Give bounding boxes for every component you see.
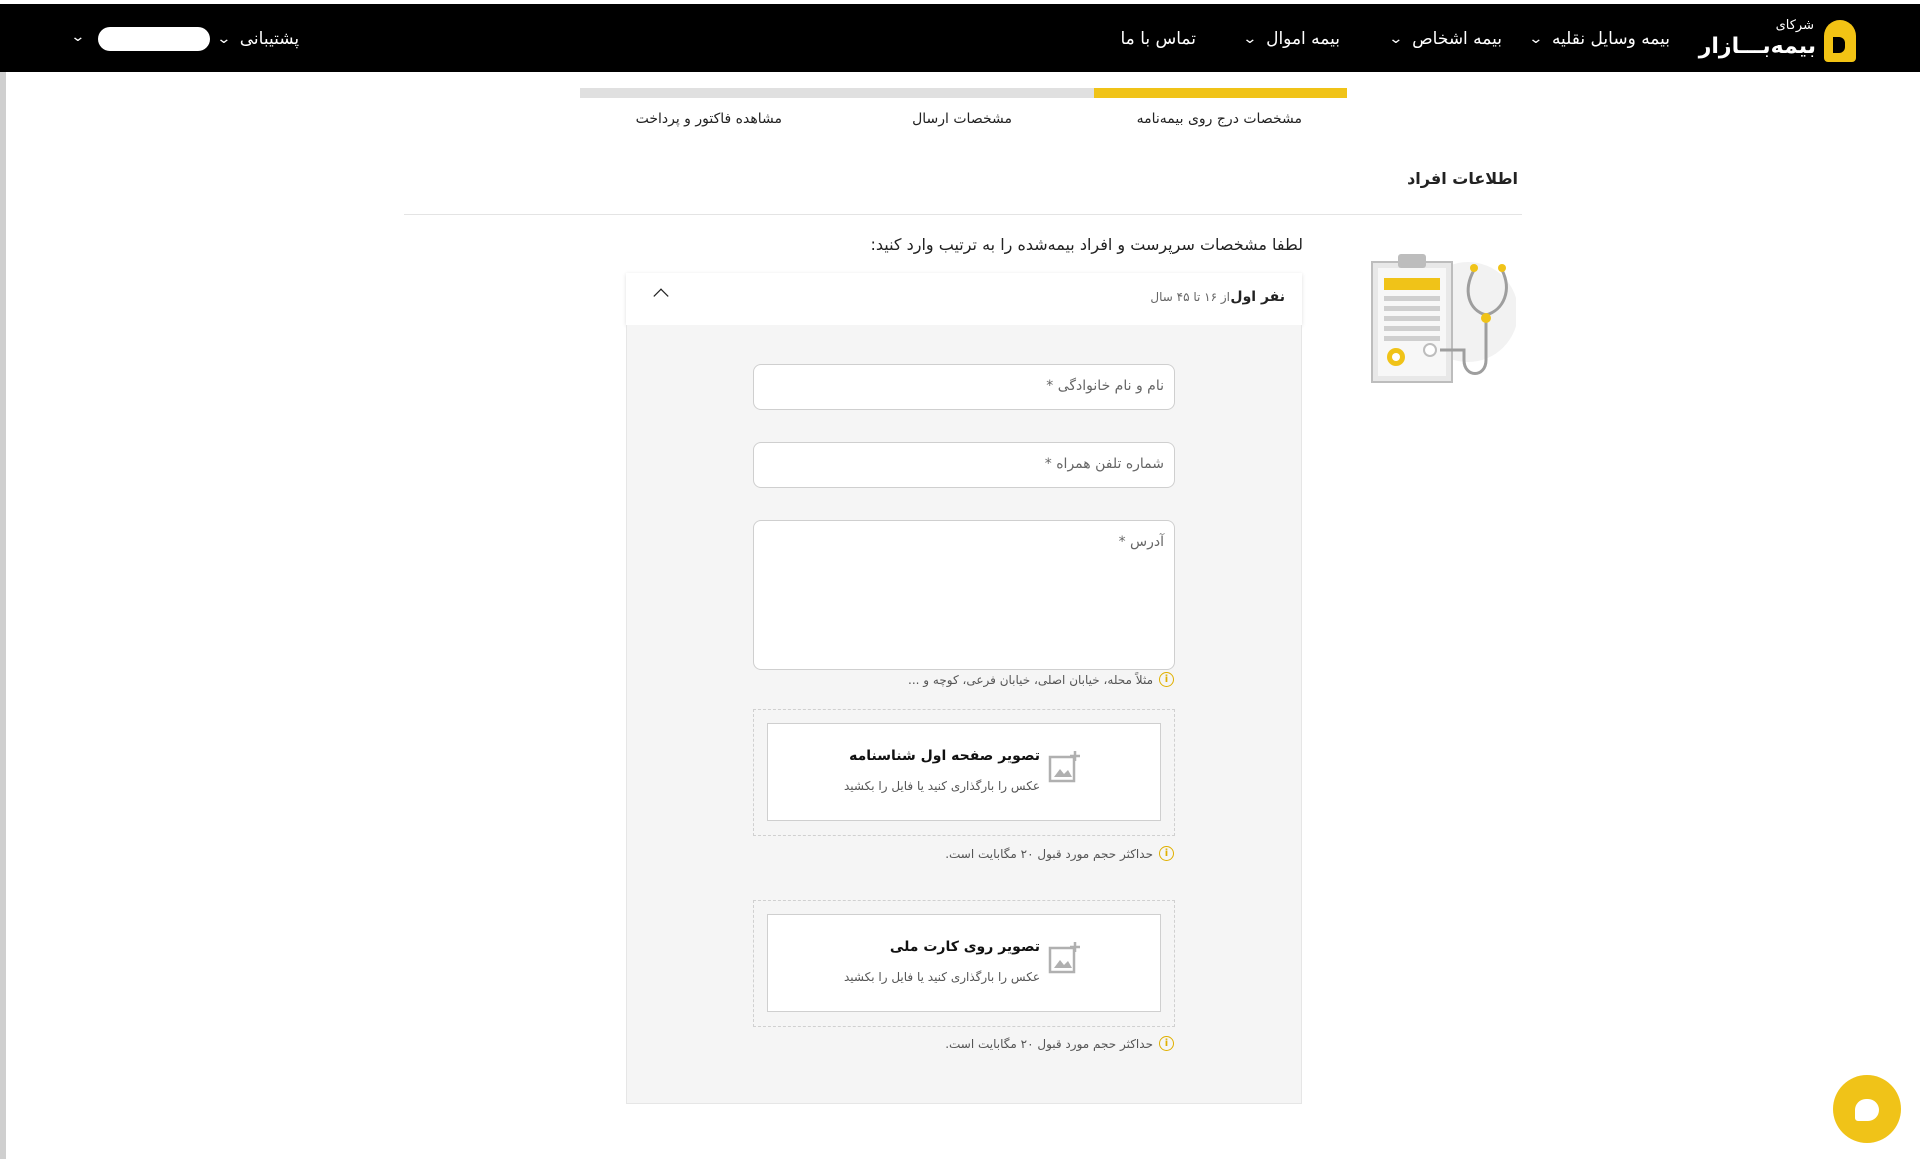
logo-text-small: شرکای — [1775, 18, 1814, 33]
step-insurance-details: مشخصات درج روی بیمه‌نامه — [1136, 111, 1302, 127]
upload-subtitle: عکس را بارگذاری کنید یا فایل را بکشید — [843, 970, 1040, 984]
logo[interactable]: شرکای بیمه‌بـــازار — [1699, 16, 1856, 62]
medical-clipboard-illustration — [1371, 254, 1516, 383]
info-icon: i — [1159, 672, 1174, 687]
nav-vehicle-insurance[interactable]: بیمه وسایل نقلیه ⌄ — [1528, 25, 1670, 53]
person-title: نفر اول — [1230, 289, 1285, 305]
address-placeholder: آدرس * — [1118, 534, 1164, 550]
mobile-phone-input[interactable]: شماره تلفن همراه * — [753, 442, 1175, 488]
top-navbar: شرکای بیمه‌بـــازار بیمه وسایل نقلیه ⌄ ب… — [0, 4, 1920, 72]
chat-support-button[interactable] — [1833, 1075, 1901, 1143]
user-account-pill[interactable] — [98, 27, 210, 51]
upload-size-hint-text: حداکثر حجم مورد قبول ۲۰ مگابایت است. — [945, 1036, 1153, 1051]
nav-label: تماس با ما — [1120, 29, 1197, 49]
chevron-down-icon: ⌄ — [1388, 31, 1404, 47]
upload-dropzone[interactable]: تصویر روی کارت ملی عکس را بارگذاری کنید … — [767, 914, 1161, 1012]
nav-contact-us[interactable]: تماس با ما — [1121, 25, 1197, 53]
chat-icon — [1855, 1099, 1879, 1121]
person-accordion-header[interactable]: نفر اول از ۱۶ تا ۴۵ سال — [626, 273, 1302, 325]
step-invoice-payment: مشاهده فاکتور و پرداخت — [635, 111, 782, 127]
section-title: اطلاعات افراد — [1407, 169, 1518, 188]
chevron-down-icon: ⌄ — [216, 31, 232, 47]
divider — [404, 214, 1522, 215]
info-icon: i — [1159, 846, 1174, 861]
intro-text: لطفا مشخصات سرپرست و افراد بیمه‌شده را ب… — [870, 235, 1303, 254]
upload-size-hint: i حداکثر حجم مورد قبول ۲۰ مگابایت است. — [945, 846, 1174, 861]
address-textarea[interactable]: آدرس * — [753, 520, 1175, 670]
upload-size-hint: i حداکثر حجم مورد قبول ۲۰ مگابایت است. — [945, 1036, 1174, 1051]
support-menu[interactable]: پشتیبانی ⌄ — [216, 25, 300, 53]
address-hint: i مثلاً محله، خیابان اصلی، خیابان فرعی، … — [908, 672, 1174, 687]
full-name-placeholder: نام و نام خانوادگی * — [1046, 378, 1164, 394]
info-icon: i — [1159, 1036, 1174, 1051]
national-card-upload[interactable]: تصویر روی کارت ملی عکس را بارگذاری کنید … — [753, 900, 1175, 1027]
mobile-phone-placeholder: شماره تلفن همراه * — [1044, 456, 1164, 472]
chevron-down-icon: ⌄ — [1528, 31, 1544, 47]
upload-title: تصویر روی کارت ملی — [889, 939, 1040, 955]
left-edge-strip — [0, 72, 6, 1159]
logo-mark — [1824, 20, 1856, 62]
person-age-range: از ۱۶ تا ۴۵ سال — [1150, 290, 1230, 304]
nav-label: بیمه اشخاص — [1412, 29, 1502, 49]
chevron-up-icon[interactable] — [653, 288, 669, 304]
nav-personal-insurance[interactable]: بیمه اشخاص ⌄ — [1388, 25, 1502, 53]
nav-property-insurance[interactable]: بیمه اموال ⌄ — [1242, 25, 1340, 53]
add-image-icon — [1048, 942, 1080, 974]
chevron-down-icon[interactable]: ⌄ — [70, 29, 85, 45]
stepper-progress-fill — [1093, 88, 1347, 98]
support-label: پشتیبانی — [239, 29, 300, 49]
progress-stepper — [580, 88, 1347, 98]
upload-subtitle: عکس را بارگذاری کنید یا فایل را بکشید — [843, 779, 1040, 793]
full-name-input[interactable]: نام و نام خانوادگی * — [753, 364, 1175, 410]
add-image-icon — [1048, 751, 1080, 783]
birth-certificate-upload[interactable]: تصویر صفحه اول شناسنامه عکس را بارگذاری … — [753, 709, 1175, 836]
nav-label: بیمه وسایل نقلیه — [1551, 29, 1670, 49]
chevron-down-icon: ⌄ — [1242, 31, 1258, 47]
logo-text-main: بیمه‌بـــازار — [1698, 34, 1816, 59]
upload-dropzone[interactable]: تصویر صفحه اول شناسنامه عکس را بارگذاری … — [767, 723, 1161, 821]
address-hint-text: مثلاً محله، خیابان اصلی، خیابان فرعی، کو… — [908, 672, 1153, 687]
nav-label: بیمه اموال — [1266, 29, 1340, 49]
step-shipping-details: مشخصات ارسال — [912, 111, 1012, 127]
upload-size-hint-text: حداکثر حجم مورد قبول ۲۰ مگابایت است. — [945, 846, 1153, 861]
upload-title: تصویر صفحه اول شناسنامه — [849, 748, 1040, 764]
